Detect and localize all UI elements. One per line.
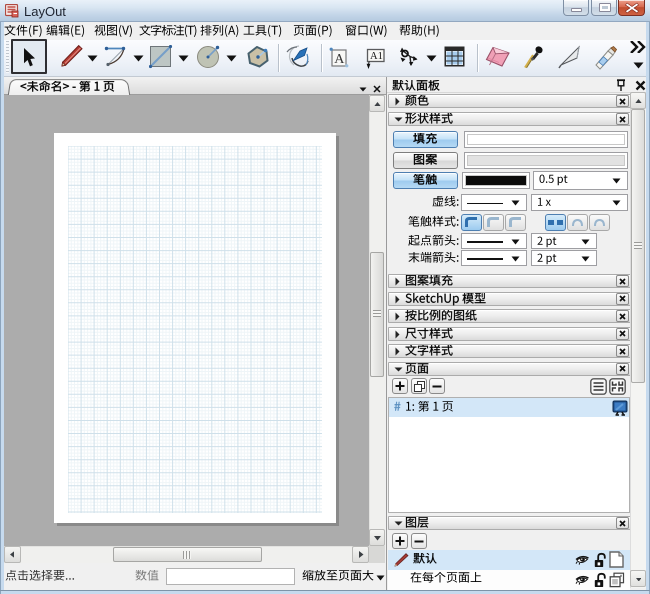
- svg-text:A: A: [334, 52, 345, 67]
- svg-text:A1: A1: [370, 51, 383, 62]
